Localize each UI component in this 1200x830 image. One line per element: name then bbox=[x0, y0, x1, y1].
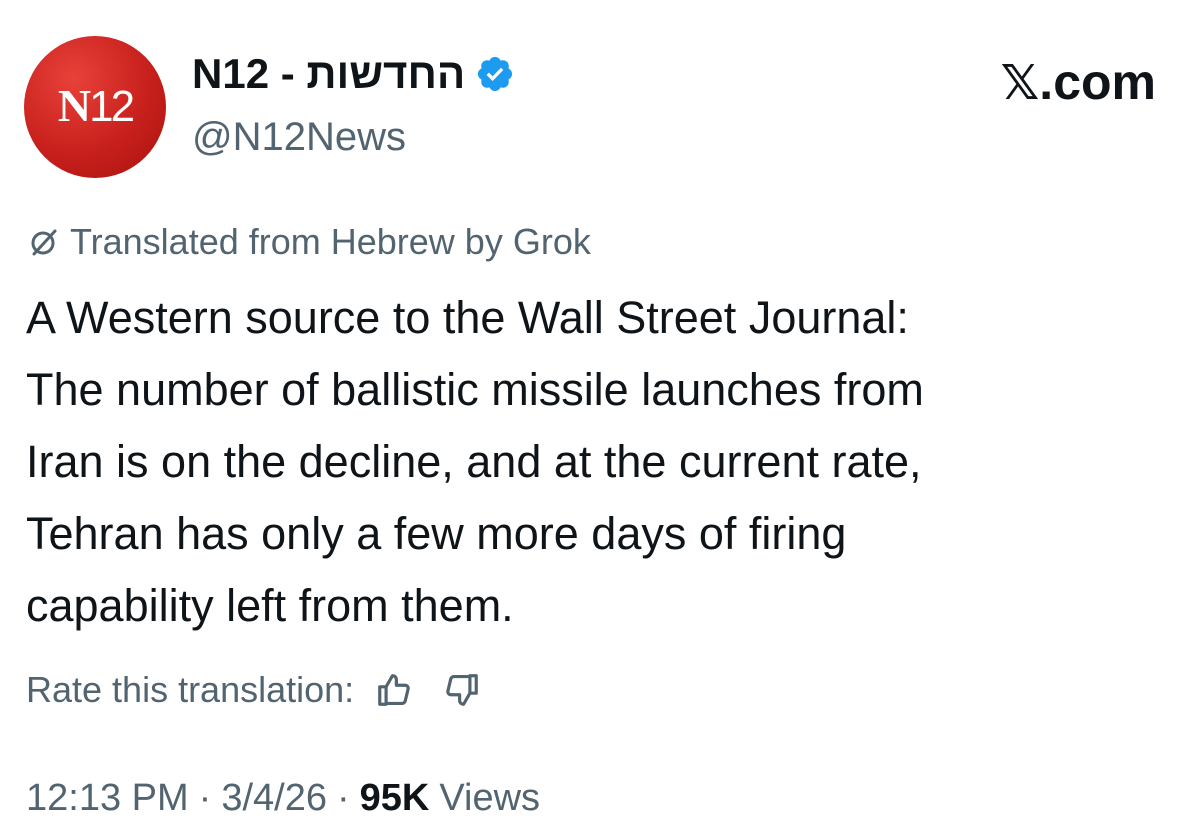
author-avatar[interactable]: N12 bbox=[24, 36, 166, 178]
avatar-logo-text: N12 bbox=[24, 80, 166, 133]
post-text-line: capability left from them. bbox=[26, 580, 514, 631]
avatar-logo-letter: N bbox=[57, 80, 91, 131]
post-date[interactable]: 3/4/26 bbox=[221, 777, 327, 820]
meta-separator: · bbox=[198, 776, 212, 819]
brand-domain: .com bbox=[1039, 54, 1156, 110]
translation-notice: Translated from Hebrew by Grok bbox=[26, 216, 591, 268]
post-text-line: A Western source to the Wall Street Jour… bbox=[26, 292, 909, 343]
x-logo-icon: 𝕏 bbox=[1000, 55, 1040, 111]
post-meta: 12:13 PM · 3/4/26 · 95K Views bbox=[26, 770, 540, 826]
rate-translation-row: Rate this translation: bbox=[26, 662, 484, 718]
post-text: A Western source to the Wall Street Jour… bbox=[26, 282, 1176, 642]
rate-translation-label: Rate this translation: bbox=[26, 669, 355, 710]
grok-icon bbox=[26, 224, 62, 260]
avatar-logo-number: 12 bbox=[89, 82, 135, 131]
verified-badge-icon[interactable] bbox=[475, 54, 515, 94]
post-time[interactable]: 12:13 PM bbox=[26, 777, 189, 820]
author-name-row: N12 - החדשות bbox=[192, 46, 515, 102]
x-com-watermark: 𝕏.com bbox=[1001, 52, 1156, 113]
post-text-line: The number of ballistic missile launches… bbox=[26, 364, 924, 415]
translation-notice-text: Translated from Hebrew by Grok bbox=[70, 221, 591, 262]
thumbs-down-icon[interactable] bbox=[440, 668, 484, 712]
author-handle[interactable]: @N12News bbox=[192, 112, 406, 162]
views-label: Views bbox=[439, 776, 541, 819]
post-text-line: Tehran has only a few more days of firin… bbox=[26, 508, 847, 559]
post-text-line: Iran is on the decline, and at the curre… bbox=[26, 436, 922, 487]
meta-separator: · bbox=[336, 776, 350, 819]
author-display-name[interactable]: N12 - החדשות bbox=[192, 46, 465, 102]
thumbs-up-icon[interactable] bbox=[372, 668, 416, 712]
views-count: 95K bbox=[359, 776, 430, 819]
